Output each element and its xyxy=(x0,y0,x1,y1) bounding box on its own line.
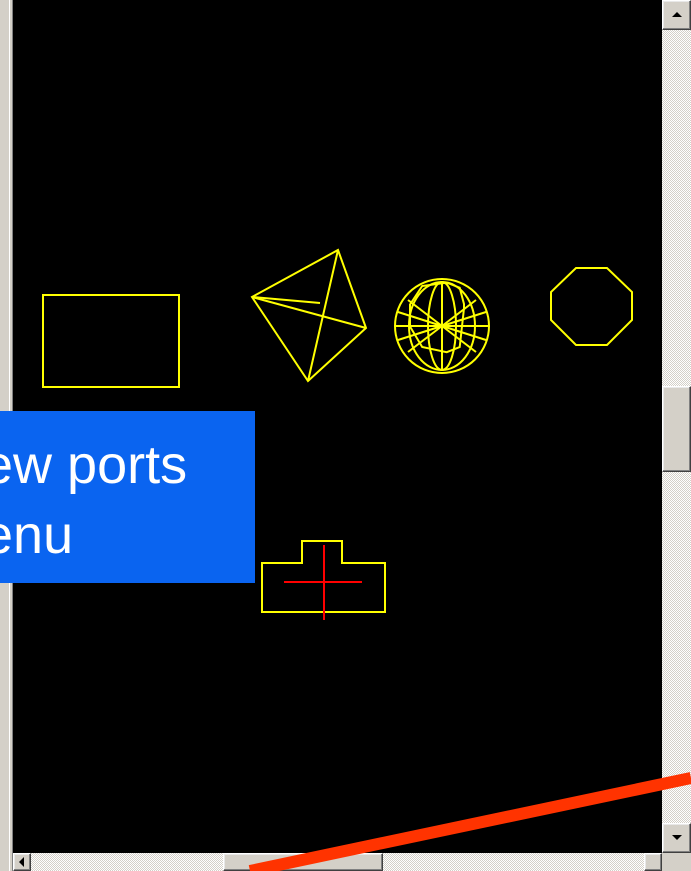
annotation-layer xyxy=(248,772,691,871)
annotation-arrow xyxy=(248,772,691,871)
